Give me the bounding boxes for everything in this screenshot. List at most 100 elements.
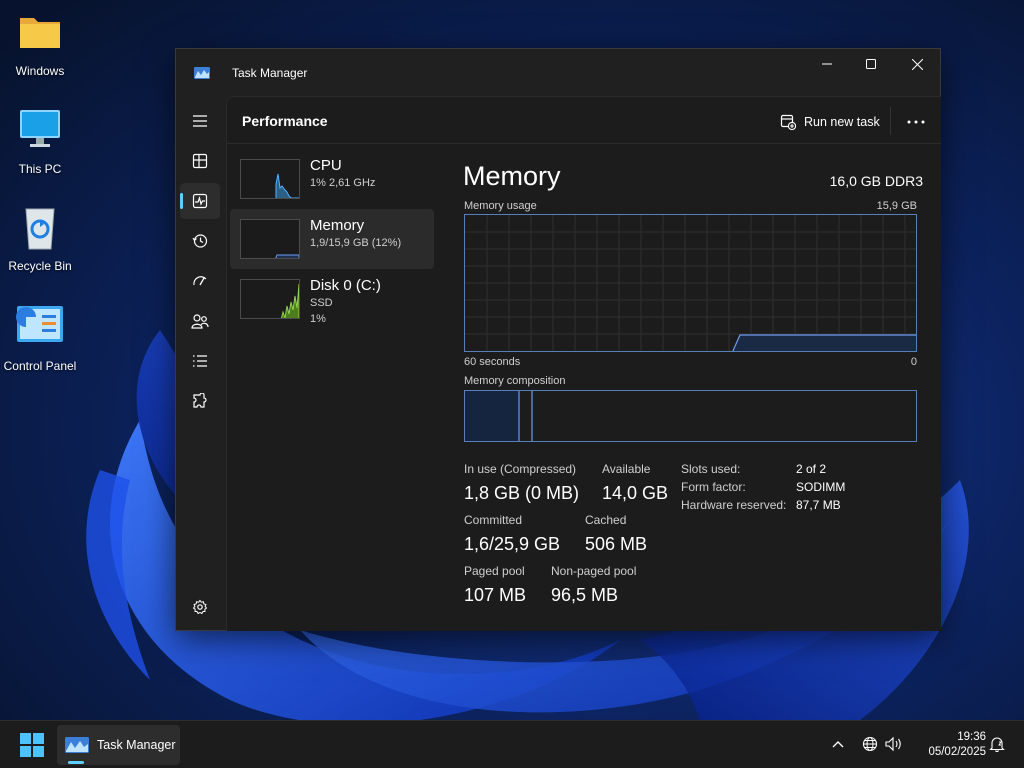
non-paged-pool-label: Non-paged pool: [551, 564, 637, 578]
resource-detail-usage: 1%: [310, 313, 326, 325]
system-clock[interactable]: 19:36 05/02/2025: [912, 730, 986, 760]
taskbar: Task Manager 19:36 05/02/2025: [0, 720, 1024, 768]
available-label: Available: [602, 462, 651, 476]
memory-type: 16,0 GB DDR3: [829, 173, 923, 189]
resource-item-cpu[interactable]: CPU 1% 2,61 GHz: [230, 149, 434, 209]
notifications-button[interactable]: [986, 733, 1008, 755]
run-new-task-button[interactable]: Run new task: [780, 111, 880, 133]
desktop-icon-label: This PC: [18, 162, 62, 176]
memory-usage-max: 15,9 GB: [876, 200, 917, 212]
clock-date: 05/02/2025: [928, 746, 986, 758]
in-use-value: 1,8 GB (0 MB): [464, 483, 580, 503]
monitor-icon: [16, 108, 64, 156]
speaker-volume-icon: [885, 736, 901, 752]
in-use-label: In use (Compressed): [464, 462, 577, 476]
memory-usage-label: Memory usage: [464, 200, 537, 212]
task-manager-window: Task Manager Performance Run new task CP…: [175, 48, 941, 631]
slots-used-value: 2 of 2: [796, 462, 827, 476]
taskbar-app-task-manager[interactable]: Task Manager: [57, 725, 180, 765]
windows-logo-icon: [20, 733, 44, 757]
paged-pool-value: 107 MB: [464, 585, 527, 605]
resource-detail: 1% 2,61 GHz: [310, 177, 376, 189]
task-manager-app-icon: [194, 66, 210, 79]
desktop-icon-control-panel[interactable]: Control Panel: [0, 305, 80, 373]
run-new-task-label: Run new task: [804, 115, 880, 129]
graph-axis-right: 0: [910, 356, 917, 368]
resource-detail: 1,9/15,9 GB (12%): [310, 237, 402, 249]
desktop-icon-windows[interactable]: Windows: [0, 10, 80, 78]
show-hidden-icons-button[interactable]: [827, 733, 849, 755]
nav-menu-button[interactable]: [180, 103, 220, 139]
form-factor-value: SODIMM: [796, 480, 846, 494]
nav-startup-apps[interactable]: [180, 263, 220, 299]
run-task-icon: [780, 114, 796, 130]
globe-network-icon: [862, 736, 878, 752]
nav-processes[interactable]: [180, 143, 220, 179]
more-dots-icon: [907, 120, 925, 124]
hamburger-menu-icon: [193, 115, 207, 127]
title-bar[interactable]: Task Manager: [176, 49, 940, 95]
network-button[interactable]: [859, 733, 881, 755]
task-manager-taskbar-icon: [65, 737, 89, 753]
available-value: 14,0 GB: [602, 483, 669, 503]
volume-button[interactable]: [883, 733, 905, 755]
control-panel-icon: [16, 305, 64, 353]
maximize-button[interactable]: [848, 49, 894, 79]
desktop-icon-this-pc[interactable]: This PC: [0, 108, 80, 176]
details-icon: [193, 355, 207, 367]
desktop-icon-label: Windows: [15, 64, 65, 78]
services-icon: [193, 393, 207, 408]
close-button[interactable]: [894, 49, 940, 79]
close-icon: [911, 58, 923, 70]
nav-users[interactable]: [180, 303, 220, 339]
nav-settings[interactable]: [180, 589, 220, 625]
header-separator: [890, 107, 891, 135]
startup-apps-icon: [193, 276, 207, 286]
non-paged-pool-value: 96,5 MB: [551, 585, 619, 605]
resource-name: CPU: [310, 157, 342, 174]
chevron-up-icon: [832, 741, 844, 748]
notification-bell-icon: [989, 737, 1005, 752]
committed-value: 1,6/25,9 GB: [464, 534, 561, 554]
desktop-icon-label: Control Panel: [3, 359, 77, 373]
nav-services[interactable]: [180, 383, 220, 419]
desktop-icon-recycle-bin[interactable]: Recycle Bin: [0, 205, 80, 273]
minimize-button[interactable]: [804, 49, 850, 79]
recycle-bin-icon: [16, 205, 64, 253]
nav-performance[interactable]: [180, 183, 220, 219]
hardware-reserved-key: Hardware reserved:: [681, 498, 787, 512]
performance-icon: [192, 193, 208, 209]
resource-item-memory[interactable]: Memory 1,9/15,9 GB (12%): [230, 209, 434, 269]
nav-details[interactable]: [180, 343, 220, 379]
folder-icon: [16, 10, 64, 58]
clock-time: 19:36: [957, 731, 986, 743]
settings-gear-icon: [192, 599, 208, 615]
nav-app-history[interactable]: [180, 223, 220, 259]
maximize-icon: [866, 59, 876, 69]
app-history-icon: [192, 234, 208, 248]
cached-value: 506 MB: [585, 534, 648, 554]
resource-item-disk[interactable]: Disk 0 (C:) SSD 1%: [230, 269, 434, 329]
slots-used-key: Slots used:: [681, 462, 741, 476]
form-factor-key: Form factor:: [681, 480, 746, 494]
memory-composition-label: Memory composition: [464, 375, 566, 387]
hardware-reserved-value: 87,7 MB: [796, 498, 841, 512]
taskbar-app-label: Task Manager: [97, 738, 176, 752]
resource-name: Memory: [310, 217, 365, 234]
committed-label: Committed: [464, 513, 523, 527]
memory-heading: Memory: [463, 161, 561, 191]
users-icon: [191, 314, 209, 329]
minimize-icon: [822, 63, 832, 65]
start-button[interactable]: [16, 729, 48, 761]
cached-label: Cached: [585, 513, 627, 527]
content-header: Performance Run new task: [227, 97, 941, 144]
processes-icon: [192, 153, 208, 169]
page-title: Performance: [242, 113, 328, 129]
running-indicator: [68, 761, 84, 764]
resource-name: Disk 0 (C:): [310, 277, 381, 294]
more-options-button[interactable]: [903, 111, 929, 133]
resource-detail: SSD: [310, 297, 333, 309]
graph-axis-left: 60 seconds: [464, 356, 521, 368]
paged-pool-label: Paged pool: [464, 564, 525, 578]
memory-thumbnail-graph: [240, 219, 300, 259]
